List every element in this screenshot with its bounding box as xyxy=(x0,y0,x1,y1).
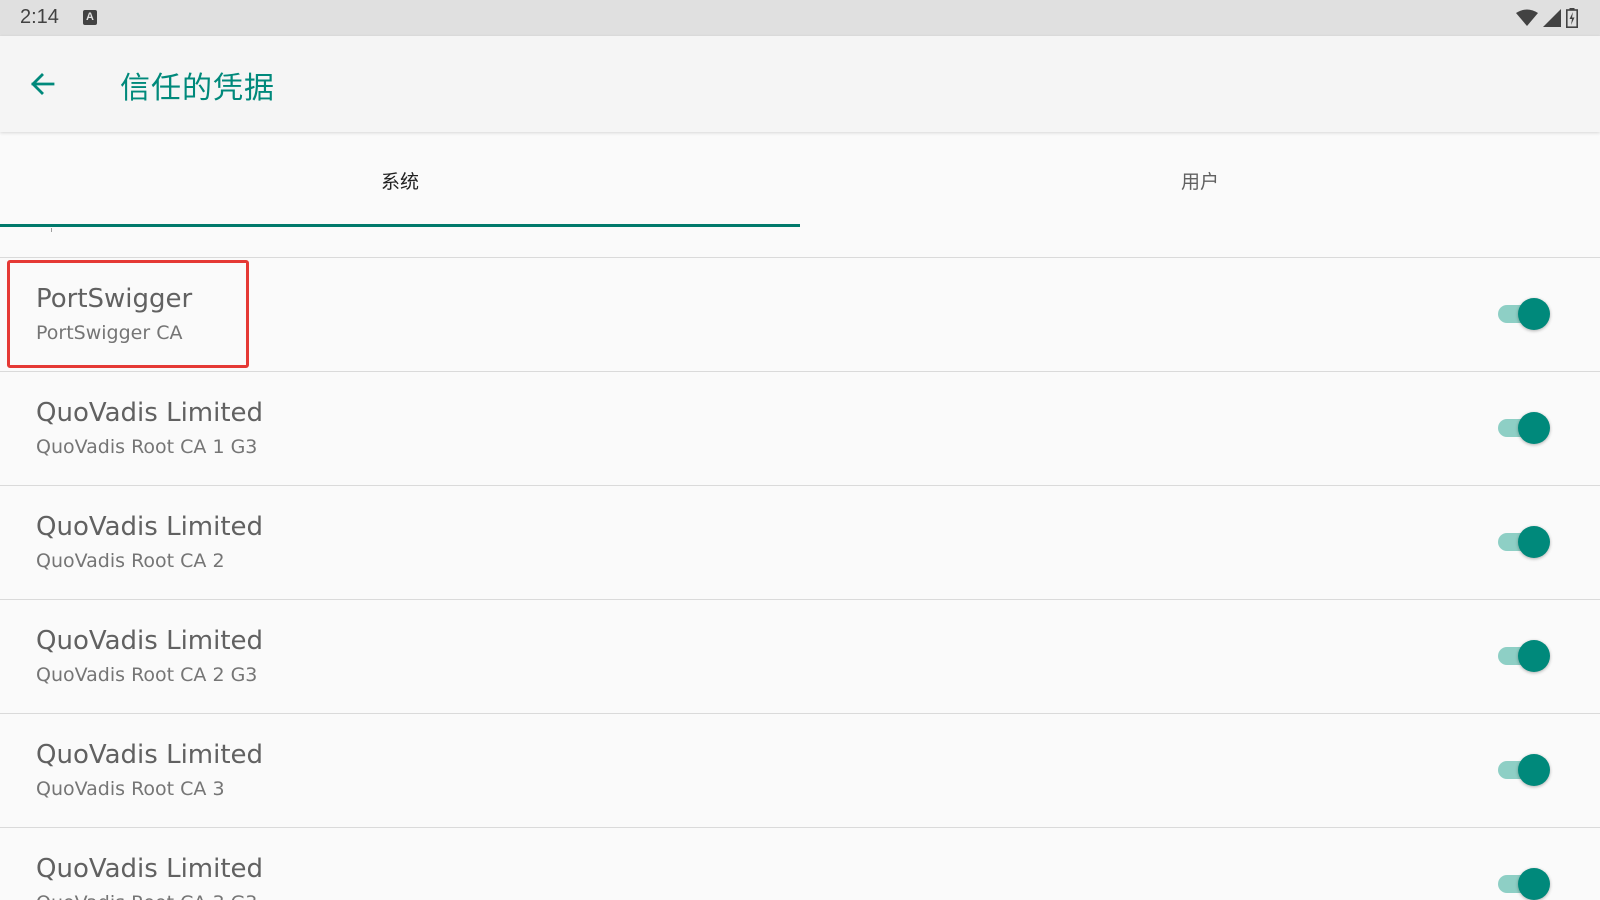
list-item[interactable]: PortSwigger PortSwigger CA xyxy=(0,257,1600,371)
cert-title: QuoVadis Limited xyxy=(36,398,264,428)
back-button[interactable] xyxy=(18,60,66,108)
keyboard-indicator-icon: A xyxy=(83,10,97,25)
cert-toggle[interactable] xyxy=(1498,754,1550,786)
list-item[interactable]: QuoVadis Limited QuoVadis Root CA 3 G3 xyxy=(0,827,1600,900)
cert-subtitle: QuoVadis Root CA 2 xyxy=(36,550,225,572)
toggle-thumb xyxy=(1518,526,1550,558)
tab-user-label: 用户 xyxy=(1180,170,1219,193)
cert-toggle[interactable] xyxy=(1498,640,1550,672)
battery-charging-icon xyxy=(1566,8,1578,28)
tab-user[interactable]: 用户 xyxy=(800,132,1600,228)
tab-indicator xyxy=(0,224,800,227)
scroll-edge-mark xyxy=(51,228,52,232)
cert-subtitle: QuoVadis Root CA 2 G3 xyxy=(36,664,258,686)
status-time: 2:14 xyxy=(20,6,59,28)
cert-toggle[interactable] xyxy=(1498,412,1550,444)
cert-toggle[interactable] xyxy=(1498,526,1550,558)
app-bar: 信任的凭据 xyxy=(0,36,1600,132)
toggle-thumb xyxy=(1518,412,1550,444)
cell-signal-icon xyxy=(1543,9,1561,27)
wifi-icon xyxy=(1516,9,1538,26)
cert-subtitle: QuoVadis Root CA 3 G3 xyxy=(36,892,257,900)
cert-toggle[interactable] xyxy=(1498,868,1550,900)
status-bar: 2:14 A xyxy=(0,0,1600,36)
toggle-thumb xyxy=(1518,868,1550,900)
cert-subtitle: QuoVadis Root CA 1 G3 xyxy=(36,436,258,458)
toggle-thumb xyxy=(1518,640,1550,672)
cert-toggle[interactable] xyxy=(1498,298,1550,330)
status-icons xyxy=(1516,8,1578,28)
list-item[interactable]: QuoVadis Limited QuoVadis Root CA 3 xyxy=(0,713,1600,827)
screen: 2:14 A 信任的凭据 系统 用户 PortSwigger PortSwigg… xyxy=(0,0,1600,900)
cert-subtitle: PortSwigger CA xyxy=(36,322,183,344)
list-item[interactable]: QuoVadis Limited QuoVadis Root CA 2 xyxy=(0,485,1600,599)
cert-title: QuoVadis Limited xyxy=(36,626,264,656)
certificate-list: PortSwigger PortSwigger CA QuoVadis Limi… xyxy=(0,257,1600,900)
cert-title: QuoVadis Limited xyxy=(36,512,264,542)
arrow-left-icon xyxy=(31,73,55,95)
cert-title: QuoVadis Limited xyxy=(36,740,264,770)
cert-title: QuoVadis Limited xyxy=(36,854,264,884)
tab-system-label: 系统 xyxy=(380,170,419,193)
toggle-thumb xyxy=(1518,298,1550,330)
list-item[interactable]: QuoVadis Limited QuoVadis Root CA 2 G3 xyxy=(0,599,1600,713)
cert-subtitle: QuoVadis Root CA 3 xyxy=(36,778,225,800)
tab-bar: 系统 用户 xyxy=(0,132,1600,228)
tab-system[interactable]: 系统 xyxy=(0,132,800,228)
list-item[interactable]: QuoVadis Limited QuoVadis Root CA 1 G3 xyxy=(0,371,1600,485)
cert-title: PortSwigger xyxy=(36,284,193,314)
toggle-thumb xyxy=(1518,754,1550,786)
page-title: 信任的凭据 xyxy=(120,71,275,106)
